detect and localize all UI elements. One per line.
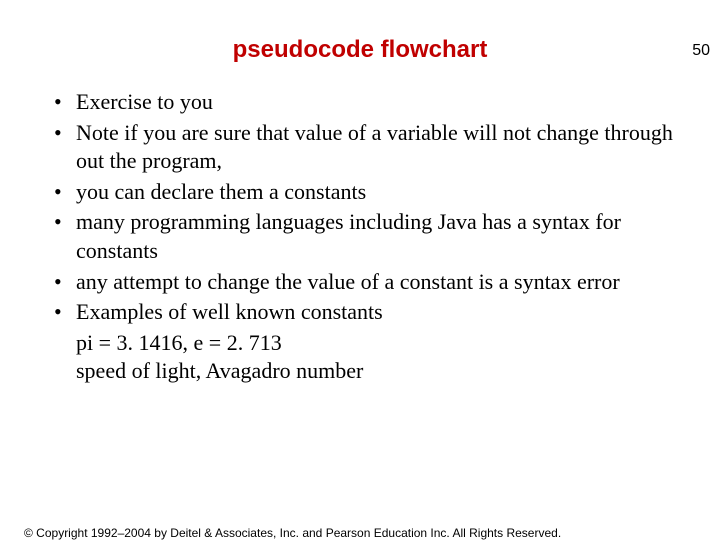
list-item: you can declare them a constants (48, 178, 680, 207)
list-item: Note if you are sure that value of a var… (48, 119, 680, 176)
list-item: Examples of well known constants (48, 298, 680, 327)
copyright-text: © Copyright 1992–2004 by Deitel & Associ… (24, 526, 561, 540)
list-item: Exercise to you (48, 88, 680, 117)
slide-title: pseudocode flowchart (0, 36, 720, 64)
list-item: any attempt to change the value of a con… (48, 268, 680, 297)
list-item: many programming languages including Jav… (48, 208, 680, 265)
page-number: 50 (692, 42, 710, 60)
sub-line: speed of light, Avagadro number (48, 357, 680, 386)
sub-line: pi = 3. 1416, e = 2. 713 (48, 329, 680, 358)
bullet-list: Exercise to you Note if you are sure tha… (48, 88, 680, 327)
content-area: Exercise to you Note if you are sure tha… (48, 88, 680, 386)
